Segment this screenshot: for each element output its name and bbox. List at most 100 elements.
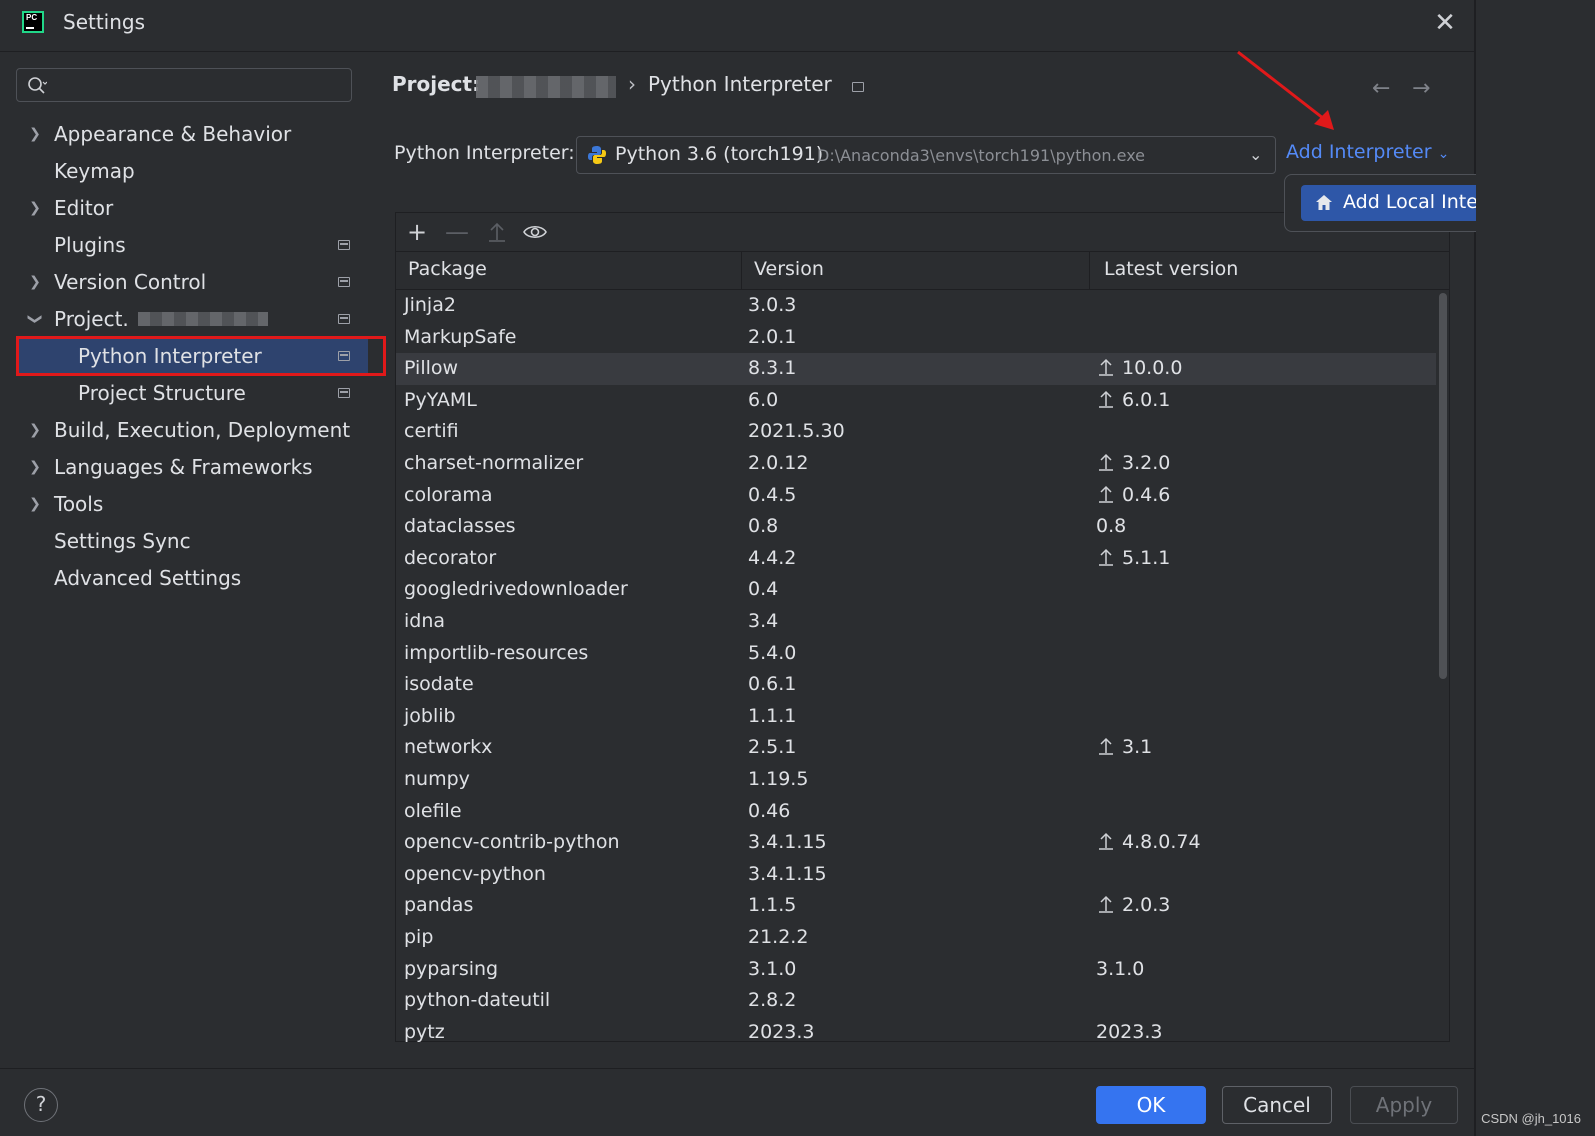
sidebar-item-project[interactable]: ❯ Project. [0,301,370,337]
table-row[interactable]: olefile 0.46 [396,796,1436,828]
column-divider[interactable] [1089,251,1090,289]
search-input[interactable] [61,73,345,99]
table-row[interactable]: dataclasses 0.8 0.8 [396,511,1436,543]
project-scope-icon [338,240,350,250]
package-latest-version: 6.0.1 [1096,389,1170,411]
package-version: 4.4.2 [748,546,797,569]
interpreter-select[interactable]: Python 3.6 (torch191) D:\Anaconda3\envs\… [576,136,1276,174]
redacted-project-name [138,312,268,326]
chevron-right-icon[interactable]: ❯ [28,412,42,448]
package-name: opencv-contrib-python [404,831,620,854]
table-row[interactable]: PyYAML 6.0 6.0.1 [396,385,1436,417]
add-interpreter-button[interactable]: Add Interpreter ⌄ [1286,141,1449,163]
sidebar-item-plugins[interactable]: Plugins [0,227,370,263]
package-version: 1.19.5 [748,768,809,790]
package-name: charset-normalizer [404,452,584,474]
chevron-down-icon[interactable]: ⌄ [1249,145,1262,164]
package-name: importlib-resources [404,641,589,664]
chevron-right-icon[interactable]: ❯ [28,190,42,226]
package-name: googledrivedownloader [404,578,628,601]
chevron-right-icon[interactable]: ❯ [28,486,42,522]
chevron-right-icon[interactable]: ❯ [28,116,42,152]
package-version: 2.8.2 [748,989,797,1012]
package-name: colorama [404,483,493,506]
chevron-right-icon[interactable]: ❯ [28,264,42,300]
sidebar-item-editor[interactable]: ❯ Editor [0,190,370,226]
sidebar-item-build[interactable]: ❯ Build, Execution, Deployment [0,412,370,448]
sidebar-item-tools[interactable]: ❯ Tools [0,486,370,522]
package-list: Jinja2 3.0.3 MarkupSafe 2.0.1 Pillow 8.3.1 10.… [396,290,1436,1042]
sidebar-item-project-structure[interactable]: Project Structure [0,375,370,411]
sidebar-item-keymap[interactable]: Keymap [0,153,370,189]
table-row[interactable]: opencv-contrib-python 3.4.1.15 4.8.0.74 [396,827,1436,859]
sidebar-item-label: Project Structure [78,381,246,405]
upgrade-available-icon [1099,390,1113,408]
package-name: PyYAML [404,388,477,411]
add-package-icon[interactable]: + [404,219,430,245]
chevron-right-icon[interactable]: ❯ [28,449,42,485]
sidebar-item-settings-sync[interactable]: Settings Sync [0,523,370,559]
table-row[interactable]: Jinja2 3.0.3 [396,290,1436,322]
package-latest-version: 2023.3 [1096,1021,1162,1042]
help-button[interactable]: ? [24,1088,58,1122]
back-arrow-icon[interactable]: ← [1372,76,1390,101]
table-row[interactable]: networkx 2.5.1 3.1 [396,732,1436,764]
package-latest-version: 3.1 [1096,736,1152,758]
table-row[interactable]: colorama 0.4.5 0.4.6 [396,480,1436,512]
sidebar-item-label: Keymap [54,159,135,183]
package-version: 8.3.1 [748,357,797,380]
column-header-latest-version[interactable]: Latest version [1104,258,1238,280]
table-row[interactable]: googledrivedownloader 0.4 [396,574,1436,606]
column-header-version[interactable]: Version [754,258,824,280]
package-name: pyparsing [404,957,499,980]
latest-version-text: 0.4.6 [1122,483,1171,506]
chevron-down-icon: ⌄ [1437,146,1450,162]
package-version: 3.4 [748,610,779,632]
page-title: Python Interpreter [648,72,832,96]
table-row[interactable]: opencv-python 3.4.1.15 [396,859,1436,891]
table-row[interactable]: isodate 0.6.1 [396,669,1436,701]
package-version: 1.1.1 [748,704,797,727]
apply-button[interactable]: Apply [1350,1086,1458,1124]
column-divider[interactable] [741,251,742,289]
sidebar-item-label: Project. [54,307,129,331]
table-row[interactable]: charset-normalizer 2.0.12 3.2.0 [396,448,1436,480]
redacted-project-name [476,76,616,98]
ok-button[interactable]: OK [1096,1086,1206,1124]
settings-search[interactable] [16,68,352,102]
table-row[interactable]: pandas 1.1.5 2.0.3 [396,890,1436,922]
cancel-button[interactable]: Cancel [1222,1086,1332,1124]
table-header: Package Version Latest version [396,251,1449,290]
remove-package-icon[interactable]: — [444,219,470,245]
table-row[interactable]: importlib-resources 5.4.0 [396,638,1436,670]
package-version: 1.1.5 [748,894,797,917]
table-row[interactable]: python-dateutil 2.8.2 [396,985,1436,1017]
vertical-scrollbar[interactable] [1439,293,1447,679]
sidebar-item-advanced-settings[interactable]: Advanced Settings [0,560,370,596]
table-row[interactable]: pip 21.2.2 [396,922,1436,954]
add-interpreter-label: Add Interpreter [1286,141,1432,163]
upgrade-package-icon[interactable] [484,219,510,245]
eye-icon[interactable] [522,219,548,245]
close-button[interactable]: ✕ [1430,8,1460,38]
search-icon [28,77,47,94]
package-latest-version: 10.0.0 [1096,357,1182,379]
sidebar-item-languages[interactable]: ❯ Languages & Frameworks [0,449,370,485]
breadcrumb-project[interactable]: Project: [392,72,480,96]
table-row[interactable]: MarkupSafe 2.0.1 [396,322,1436,354]
table-row[interactable]: joblib 1.1.1 [396,701,1436,733]
table-row[interactable]: decorator 4.4.2 5.1.1 [396,543,1436,575]
sidebar-item-appearance[interactable]: ❯ Appearance & Behavior [0,116,370,152]
sidebar-item-version-control[interactable]: ❯ Version Control [0,264,370,300]
column-header-package[interactable]: Package [408,258,487,280]
chevron-down-icon[interactable]: ❯ [17,312,53,326]
table-row[interactable]: pyparsing 3.1.0 3.1.0 [396,954,1436,986]
package-version: 0.4 [748,578,779,601]
forward-arrow-icon[interactable]: → [1412,76,1430,101]
table-row[interactable]: certifi 2021.5.30 [396,416,1436,448]
table-row[interactable]: Pillow 8.3.1 10.0.0 [396,353,1436,385]
table-row[interactable]: numpy 1.19.5 [396,764,1436,796]
annotation-arrow-icon [1237,50,1334,130]
table-row[interactable]: idna 3.4 [396,606,1436,638]
table-row[interactable]: pytz 2023.3 2023.3 [396,1017,1436,1042]
